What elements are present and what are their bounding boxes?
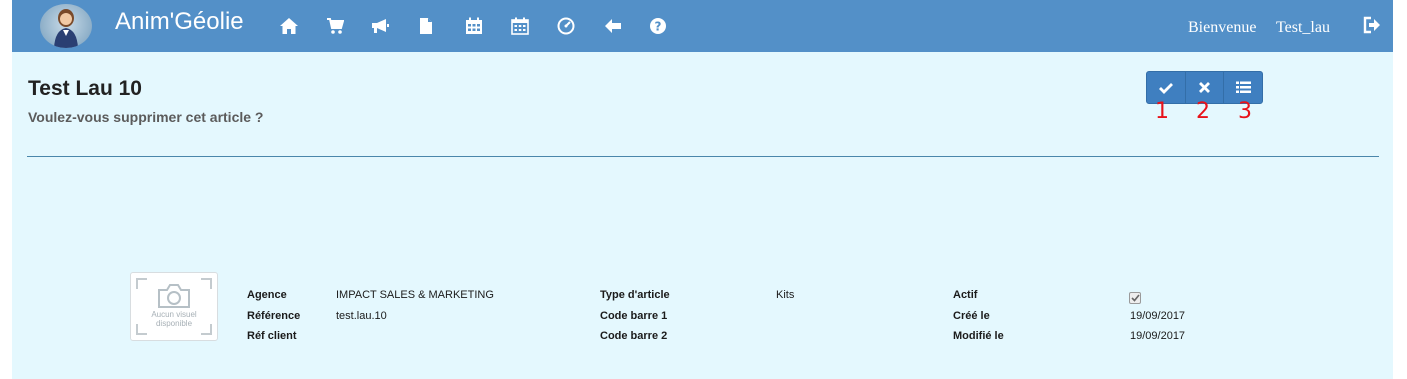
camera-icon — [158, 284, 190, 308]
delete-confirm-question: Voulez-vous supprimer cet article ? — [28, 109, 264, 125]
frame-corner — [201, 278, 212, 289]
check-icon — [1158, 82, 1173, 94]
agence-label: Agence — [247, 289, 287, 301]
frame-corner — [136, 278, 147, 289]
navbar: Anim'Géolie ? Bienvenue Test_lau — [12, 0, 1393, 52]
cree-le-label: Créé le — [953, 310, 990, 322]
page: Anim'Géolie ? Bienvenue Test_lau Test La… — [12, 0, 1393, 379]
cree-le-value: 19/09/2017 — [1130, 310, 1186, 322]
calendar-icon[interactable] — [463, 15, 485, 37]
agence-value: IMPACT SALES & MARKETING — [336, 289, 494, 301]
no-image-line-1: Aucun visuel — [151, 310, 197, 319]
home-icon[interactable] — [278, 15, 300, 37]
page-title: Test Lau 10 — [28, 77, 142, 100]
ref-client-label: Réf client — [247, 330, 297, 342]
dashboard-icon[interactable] — [555, 15, 577, 37]
brand-name[interactable]: Anim'Géolie — [115, 8, 244, 36]
no-image-line-2: disponible — [155, 319, 193, 328]
cart-icon[interactable] — [324, 15, 346, 37]
arrow-left-icon[interactable] — [602, 15, 624, 37]
annotation-2: 2 — [1196, 99, 1210, 124]
modifie-le-value: 19/09/2017 — [1130, 330, 1186, 342]
annotation-1: 1 — [1155, 99, 1169, 124]
welcome-text: Bienvenue — [1188, 19, 1257, 36]
svg-text:?: ? — [655, 20, 662, 34]
list-icon — [1235, 81, 1251, 93]
divider — [27, 156, 1379, 157]
megaphone-icon[interactable] — [369, 15, 391, 37]
reference-label: Référence — [247, 310, 301, 322]
article-thumbnail: Aucun visuel disponible — [130, 272, 218, 341]
modifie-le-label: Modifié le — [953, 330, 1004, 342]
actif-label: Actif — [953, 289, 978, 301]
question-icon[interactable]: ? — [647, 15, 669, 37]
reference-value: test.lau.10 — [336, 310, 387, 322]
username[interactable]: Test_lau — [1276, 19, 1330, 37]
checkmark-icon — [1130, 294, 1140, 302]
times-icon — [1199, 82, 1210, 93]
code-barre-2-label: Code barre 2 — [600, 330, 668, 342]
brand-logo[interactable] — [40, 4, 92, 48]
code-barre-1-label: Code barre 1 — [600, 310, 668, 322]
type-label: Type d'article — [600, 289, 670, 301]
calendar-alt-icon[interactable] — [509, 15, 531, 37]
file-icon[interactable] — [415, 15, 437, 37]
no-image-text: Aucun visuel disponible — [131, 310, 217, 328]
actif-checkbox — [1129, 292, 1141, 304]
annotation-3: 3 — [1238, 99, 1252, 124]
logout-icon[interactable] — [1362, 15, 1384, 37]
type-value: Kits — [776, 289, 795, 301]
